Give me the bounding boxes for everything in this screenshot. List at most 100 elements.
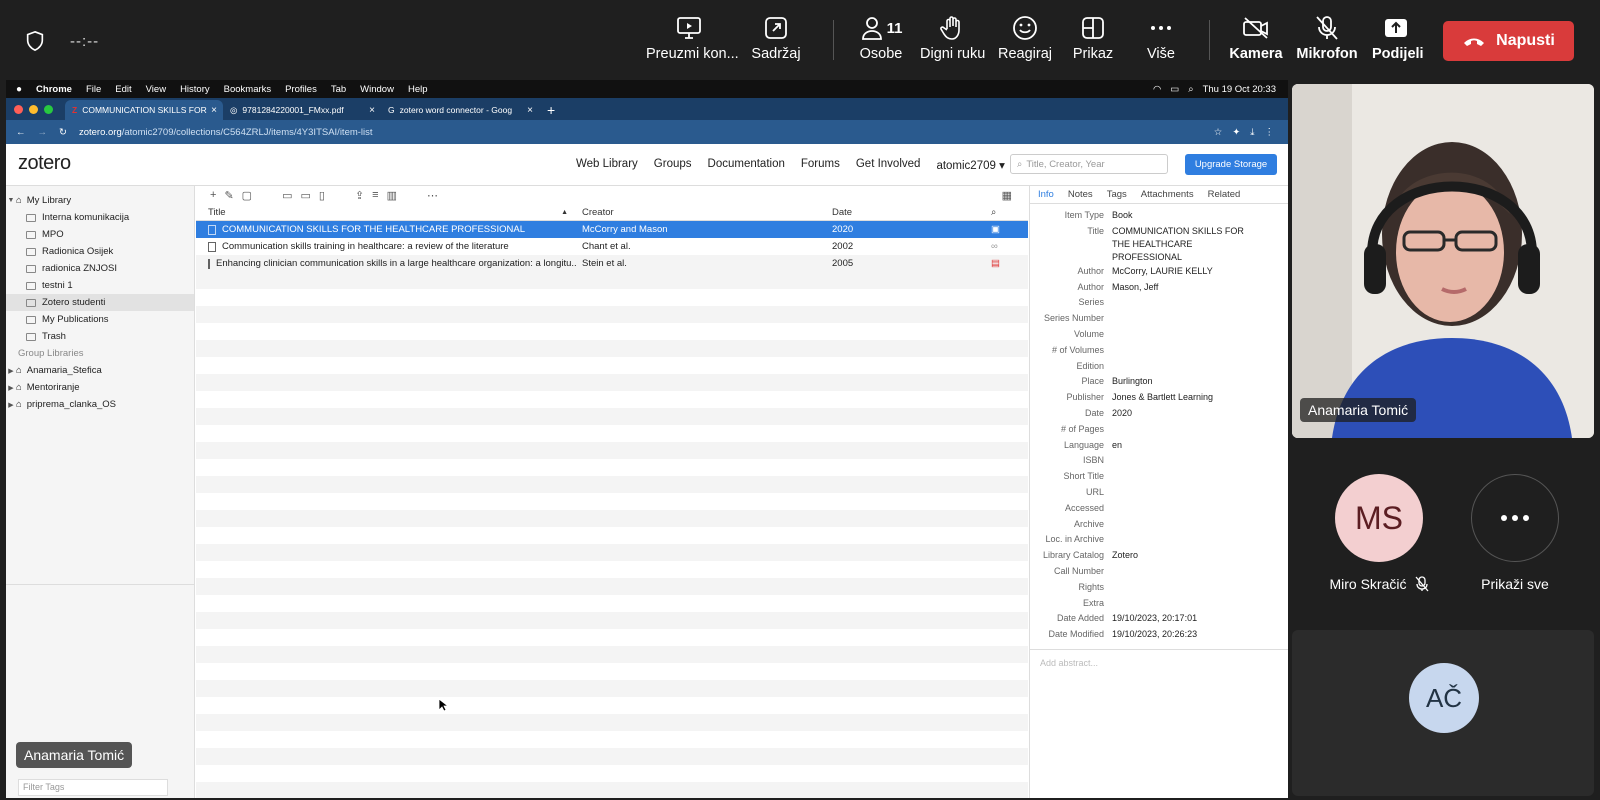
info-field-value[interactable]: 19/10/2023, 20:17:01 <box>1112 611 1262 625</box>
abstract-field[interactable]: Add abstract... <box>1030 648 1288 676</box>
nav-web-library[interactable]: Web Library <box>576 158 638 172</box>
table-row[interactable]: Enhancing clinician communication skills… <box>196 255 1028 272</box>
info-field-row[interactable]: # of Pages <box>1030 422 1288 438</box>
tab-related[interactable]: Related <box>1208 189 1241 200</box>
info-field-value[interactable] <box>1112 501 1262 502</box>
info-field-value[interactable]: McCorry, LAURIE KELLY <box>1112 264 1262 278</box>
info-field-row[interactable]: Date Added 19/10/2023, 20:17:01 <box>1030 611 1288 627</box>
puzzle-icon[interactable]: ✦ <box>1232 127 1240 138</box>
close-window-icon[interactable] <box>14 104 23 114</box>
export-icon[interactable]: ⇪ <box>355 189 364 202</box>
info-field-row[interactable]: Library Catalog Zotero <box>1030 548 1288 564</box>
menu-clock[interactable]: Thu 19 Oct 20:33 <box>1203 84 1276 95</box>
wifi-icon[interactable]: ◠ <box>1153 84 1161 95</box>
more-button[interactable]: Više <box>1140 14 1182 70</box>
info-field-row[interactable]: Rights <box>1030 580 1288 596</box>
menu-history[interactable]: History <box>180 84 210 95</box>
raise-hand-button[interactable]: Digni ruku <box>920 14 985 70</box>
menu-file[interactable]: File <box>86 84 101 95</box>
info-field-row[interactable]: # of Volumes <box>1030 343 1288 359</box>
info-field-value[interactable]: Mason, Jeff <box>1112 280 1262 294</box>
info-field-value[interactable]: en <box>1112 438 1262 452</box>
share-button[interactable]: Podijeli <box>1372 14 1424 70</box>
bibliography-icon[interactable]: ▥ <box>387 189 397 202</box>
info-field-row[interactable]: Date 2020 <box>1030 406 1288 422</box>
sidebar-item-collection-selected[interactable]: Zotero studenti <box>6 294 194 311</box>
info-field-row[interactable]: Loc. in Archive <box>1030 532 1288 548</box>
info-field-value[interactable] <box>1112 564 1262 565</box>
info-field-row[interactable]: Short Title <box>1030 469 1288 485</box>
info-field-row[interactable]: Language en <box>1030 438 1288 454</box>
info-field-row[interactable]: Title COMMUNICATION SKILLS FOR THE HEALTH… <box>1030 224 1288 264</box>
info-field-row[interactable]: Volume <box>1030 327 1288 343</box>
menu-edit[interactable]: Edit <box>115 84 131 95</box>
column-title[interactable]: Title ▲ <box>196 207 576 218</box>
column-creator[interactable]: Creator <box>576 207 826 218</box>
tab-google[interactable]: G zotero word connector - Goog × <box>381 100 539 120</box>
info-field-value[interactable] <box>1112 343 1262 344</box>
info-field-row[interactable]: Series Number <box>1030 311 1288 327</box>
attachment-column-icon[interactable]: ⌕ <box>991 207 1021 218</box>
close-tab-icon[interactable]: × <box>369 105 375 116</box>
info-field-value[interactable]: Jones & Bartlett Learning <box>1112 390 1262 404</box>
sidebar-item-group[interactable]: ▶ ⌂ Anamaria_Stefica <box>6 362 194 379</box>
info-field-value[interactable]: 2020 <box>1112 406 1262 420</box>
info-field-value[interactable]: Zotero <box>1112 548 1262 562</box>
expand-triangle-icon[interactable]: ▶ <box>6 384 16 392</box>
info-field-row[interactable]: Edition <box>1030 359 1288 375</box>
sidebar-item-trash[interactable]: Trash <box>6 328 194 345</box>
tab-attachments[interactable]: Attachments <box>1141 189 1194 200</box>
content-button[interactable]: Sadržaj <box>748 14 804 70</box>
menu-tab[interactable]: Tab <box>331 84 346 95</box>
nav-forums[interactable]: Forums <box>801 158 840 172</box>
zotero-logo[interactable]: zotero <box>18 152 71 175</box>
sidebar-item-collection[interactable]: Interna komunikacija <box>6 209 194 226</box>
show-all-participants-button[interactable]: Prikaži sve <box>1460 474 1570 592</box>
tab-info[interactable]: Info <box>1038 189 1054 200</box>
table-row[interactable]: Communication skills training in healthc… <box>196 238 1028 255</box>
download-icon[interactable]: ⤓ <box>1250 127 1254 138</box>
search-input[interactable]: ⌕ Title, Creator, Year <box>1010 154 1168 174</box>
cite-icon[interactable]: ≡ <box>372 189 378 201</box>
star-icon[interactable]: ☆ <box>1214 127 1223 138</box>
back-icon[interactable]: ← <box>16 127 26 138</box>
sidebar-item-collection[interactable]: Radionica Osijek <box>6 243 194 260</box>
info-field-row[interactable]: Item Type Book <box>1030 208 1288 224</box>
menu-bookmarks[interactable]: Bookmarks <box>224 84 272 95</box>
info-field-value[interactable] <box>1112 485 1262 486</box>
info-field-value[interactable] <box>1112 453 1262 454</box>
info-field-row[interactable]: Publisher Jones & Bartlett Learning <box>1030 390 1288 406</box>
tab-tags[interactable]: Tags <box>1107 189 1127 200</box>
link-icon[interactable]: ∞ <box>991 241 1021 252</box>
info-field-row[interactable]: Series <box>1030 295 1288 311</box>
info-field-row[interactable]: Author Mason, Jeff <box>1030 280 1288 296</box>
minimize-window-icon[interactable] <box>29 104 38 114</box>
magic-wand-icon[interactable]: ✎ <box>224 189 233 202</box>
info-field-value[interactable] <box>1112 311 1262 312</box>
pdf-icon[interactable]: ▤ <box>991 258 1021 269</box>
info-field-value[interactable]: Burlington <box>1112 374 1262 388</box>
sidebar-item-my-publications[interactable]: My Publications <box>6 311 194 328</box>
microphone-button[interactable]: Mikrofon <box>1296 14 1358 70</box>
camera-button[interactable]: Kamera <box>1228 14 1284 70</box>
forward-icon[interactable]: → <box>38 127 48 138</box>
maximize-window-icon[interactable] <box>44 104 53 114</box>
react-button[interactable]: Reagiraj <box>998 14 1052 70</box>
info-field-row[interactable]: Place Burlington <box>1030 374 1288 390</box>
remove-from-collection-icon[interactable]: ▭ <box>300 189 310 202</box>
self-view-tile[interactable]: AČ <box>1292 630 1594 796</box>
leave-button[interactable]: Napusti <box>1443 21 1574 61</box>
participant-video[interactable]: Anamaria Tomić <box>1292 84 1594 438</box>
info-field-value[interactable] <box>1112 295 1262 296</box>
sidebar-item-collection[interactable]: radionica ZNJOSI <box>6 260 194 277</box>
pane-splitter[interactable] <box>6 584 195 585</box>
take-control-button[interactable]: Preuzmi kon... <box>646 14 739 70</box>
nav-documentation[interactable]: Documentation <box>708 158 785 172</box>
menu-window[interactable]: Window <box>360 84 394 95</box>
participant-tile-ms[interactable]: MS Miro Skračić <box>1314 474 1444 592</box>
info-field-value[interactable] <box>1112 596 1262 597</box>
view-button[interactable]: Prikaz <box>1068 14 1118 70</box>
people-button[interactable]: 11 Osobe <box>852 14 910 70</box>
filter-tags-input[interactable]: Filter Tags <box>18 779 168 796</box>
expand-triangle-icon[interactable]: ▶ <box>6 401 16 409</box>
